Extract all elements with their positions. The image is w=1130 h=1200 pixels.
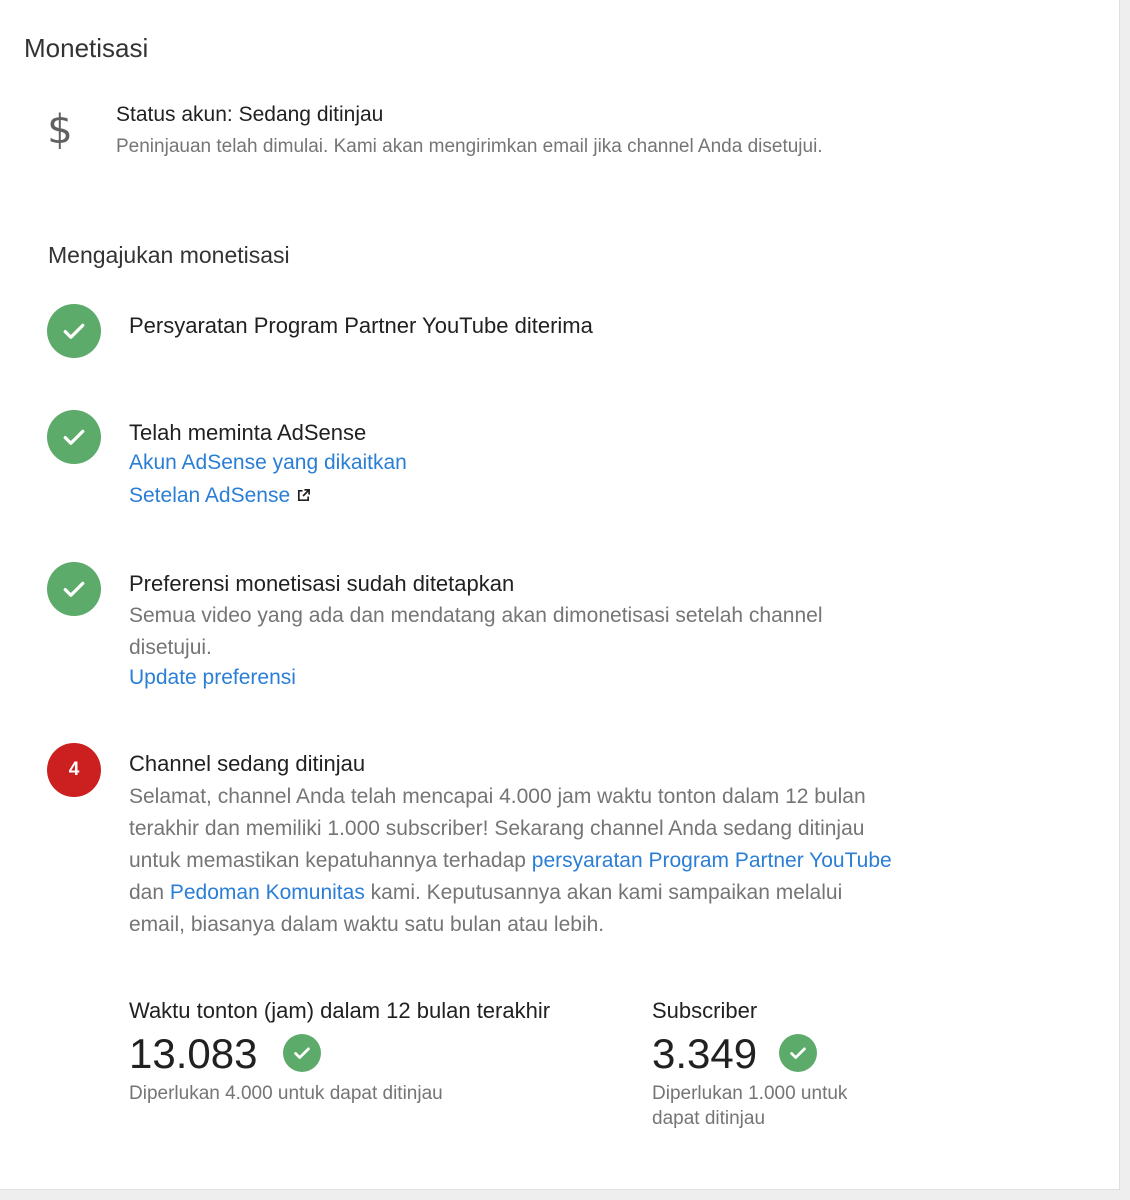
external-link-icon — [298, 489, 311, 502]
adsense-settings-link[interactable]: Setelan AdSense — [129, 484, 311, 508]
step-ypp-accepted-title: Persyaratan Program Partner YouTube dite… — [129, 313, 593, 338]
account-status-description: Peninjauan telah dimulai. Kami akan meng… — [116, 136, 823, 157]
subscriber-label: Subscriber — [652, 998, 758, 1023]
check-circle-icon — [47, 304, 101, 358]
watch-time-requirement: Diperlukan 4.000 untuk dapat ditinjau — [129, 1083, 443, 1104]
step-review-description: Selamat, channel Anda telah mencapai 4.0… — [129, 785, 892, 936]
page-title: Monetisasi — [24, 33, 149, 63]
update-preferences-link[interactable]: Update preferensi — [129, 666, 296, 690]
check-circle-icon — [779, 1034, 817, 1072]
svg-text:$: $ — [47, 107, 72, 151]
section-title: Mengajukan monetisasi — [48, 242, 290, 268]
community-guidelines-link[interactable]: Pedoman Komunitas — [170, 881, 365, 904]
account-status-title: Status akun: Sedang ditinjau — [116, 103, 384, 126]
ypp-requirements-link[interactable]: persyaratan Program Partner YouTube — [532, 849, 892, 872]
adsense-settings-label[interactable]: Setelan AdSense — [129, 484, 290, 507]
watch-time-label: Waktu tonton (jam) dalam 12 bulan terakh… — [129, 998, 551, 1023]
step-preferences-description: Semua video yang ada dan mendatang akan … — [129, 604, 823, 659]
step-adsense-title: Telah meminta AdSense — [129, 420, 367, 445]
check-circle-icon — [47, 562, 101, 616]
subscriber-value: 3.349 — [652, 1030, 758, 1077]
check-circle-icon — [283, 1034, 321, 1072]
watch-time-value: 13.083 — [129, 1030, 258, 1077]
linked-adsense-account-link[interactable]: Akun AdSense yang dikaitkan — [129, 451, 407, 475]
step-number-badge: 4 — [47, 743, 101, 797]
subscriber-requirement: Diperlukan 1.000 untuk dapat ditinjau — [652, 1083, 848, 1129]
dollar-icon: $ — [47, 107, 72, 151]
step-preferences-title: Preferensi monetisasi sudah ditetapkan — [129, 571, 515, 596]
check-circle-icon — [47, 410, 101, 464]
step-review-title: Channel sedang ditinjau — [129, 751, 366, 776]
monetization-card: Monetisasi $ Status akun: Sedang ditinja… — [0, 0, 1120, 1190]
